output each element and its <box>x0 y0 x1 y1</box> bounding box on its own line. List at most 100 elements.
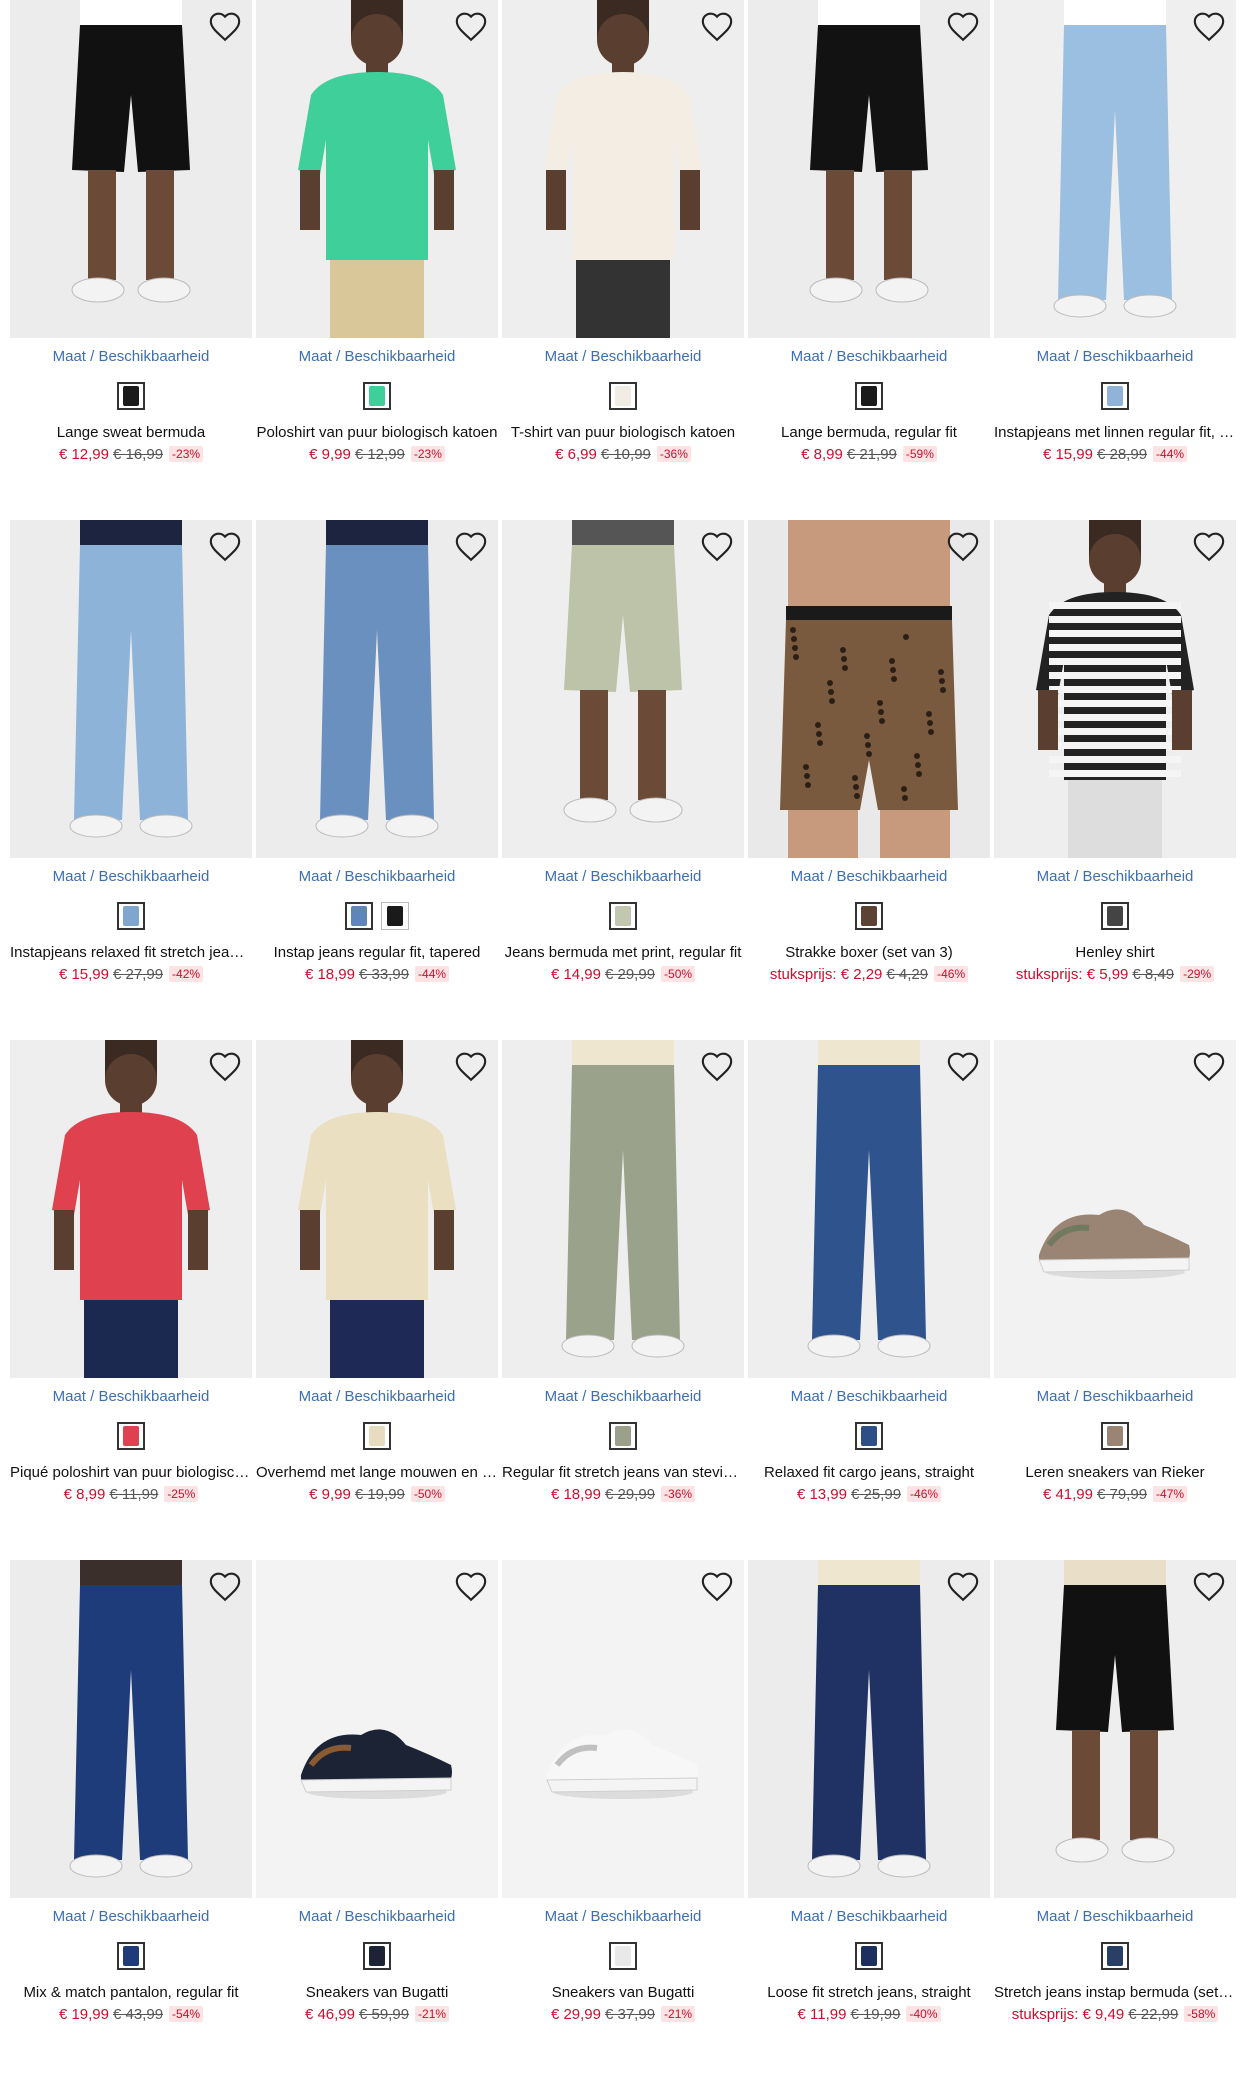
size-availability-link[interactable]: Maat / Beschikbaarheid <box>994 868 1236 885</box>
size-availability-link[interactable]: Maat / Beschikbaarheid <box>10 348 252 365</box>
color-swatch[interactable] <box>363 382 391 410</box>
color-swatch[interactable] <box>1101 1942 1129 1970</box>
wishlist-heart-icon[interactable] <box>208 10 242 44</box>
wishlist-heart-icon[interactable] <box>700 10 734 44</box>
size-availability-link[interactable]: Maat / Beschikbaarheid <box>502 868 744 885</box>
wishlist-heart-icon[interactable] <box>208 1570 242 1604</box>
product-image[interactable] <box>994 1040 1236 1378</box>
wishlist-heart-icon[interactable] <box>700 1050 734 1084</box>
color-swatch[interactable] <box>1101 902 1129 930</box>
size-availability-link[interactable]: Maat / Beschikbaarheid <box>502 1908 744 1925</box>
product-image[interactable] <box>748 520 990 858</box>
size-availability-link[interactable]: Maat / Beschikbaarheid <box>256 348 498 365</box>
size-availability-link[interactable]: Maat / Beschikbaarheid <box>994 1388 1236 1405</box>
product-image[interactable] <box>256 520 498 858</box>
size-availability-link[interactable]: Maat / Beschikbaarheid <box>256 1908 498 1925</box>
wishlist-heart-icon[interactable] <box>700 530 734 564</box>
color-swatch[interactable] <box>117 382 145 410</box>
color-swatch[interactable] <box>363 1942 391 1970</box>
product-name[interactable]: Lange sweat bermuda <box>10 424 252 441</box>
wishlist-heart-icon[interactable] <box>208 1050 242 1084</box>
color-swatch[interactable] <box>609 382 637 410</box>
product-name[interactable]: Relaxed fit cargo jeans, straight <box>748 1464 990 1481</box>
color-swatch[interactable] <box>855 1422 883 1450</box>
product-name[interactable]: Instapjeans relaxed fit stretch jeans, t… <box>10 944 252 961</box>
product-name[interactable]: T-shirt van puur biologisch katoen <box>502 424 744 441</box>
size-availability-link[interactable]: Maat / Beschikbaarheid <box>10 1908 252 1925</box>
color-swatch[interactable] <box>1101 382 1129 410</box>
wishlist-heart-icon[interactable] <box>946 1050 980 1084</box>
product-image[interactable] <box>256 1560 498 1898</box>
color-swatch[interactable] <box>855 1942 883 1970</box>
product-image[interactable] <box>502 1560 744 1898</box>
size-availability-link[interactable]: Maat / Beschikbaarheid <box>748 348 990 365</box>
product-name[interactable]: Mix & match pantalon, regular fit <box>10 1984 252 2001</box>
color-swatch[interactable] <box>117 1422 145 1450</box>
color-swatch[interactable] <box>345 902 373 930</box>
product-name[interactable]: Overhemd met lange mouwen en opgestikte … <box>256 1464 498 1481</box>
product-name[interactable]: Instap jeans regular fit, tapered <box>256 944 498 961</box>
size-availability-link[interactable]: Maat / Beschikbaarheid <box>256 1388 498 1405</box>
product-image[interactable] <box>10 1040 252 1378</box>
product-image[interactable] <box>994 520 1236 858</box>
product-image[interactable] <box>502 0 744 338</box>
product-image[interactable] <box>748 0 990 338</box>
wishlist-heart-icon[interactable] <box>700 1570 734 1604</box>
size-availability-link[interactable]: Maat / Beschikbaarheid <box>10 868 252 885</box>
color-swatch[interactable] <box>117 1942 145 1970</box>
product-image[interactable] <box>748 1040 990 1378</box>
size-availability-link[interactable]: Maat / Beschikbaarheid <box>748 868 990 885</box>
product-name[interactable]: Sneakers van Bugatti <box>502 1984 744 2001</box>
product-image[interactable] <box>994 0 1236 338</box>
product-image[interactable] <box>994 1560 1236 1898</box>
product-name[interactable]: Loose fit stretch jeans, straight <box>748 1984 990 2001</box>
product-image[interactable] <box>748 1560 990 1898</box>
product-image[interactable] <box>10 1560 252 1898</box>
wishlist-heart-icon[interactable] <box>1192 530 1226 564</box>
wishlist-heart-icon[interactable] <box>1192 1050 1226 1084</box>
product-name[interactable]: Piqué poloshirt van puur biologisch kato… <box>10 1464 252 1481</box>
color-swatch[interactable] <box>609 1942 637 1970</box>
product-name[interactable]: Henley shirt <box>994 944 1236 961</box>
product-name[interactable]: Regular fit stretch jeans van stevig den… <box>502 1464 744 1481</box>
size-availability-link[interactable]: Maat / Beschikbaarheid <box>502 1388 744 1405</box>
color-swatch[interactable] <box>609 902 637 930</box>
size-availability-link[interactable]: Maat / Beschikbaarheid <box>256 868 498 885</box>
product-name[interactable]: Leren sneakers van Rieker <box>994 1464 1236 1481</box>
color-swatch[interactable] <box>117 902 145 930</box>
product-image[interactable] <box>256 0 498 338</box>
product-image[interactable] <box>502 520 744 858</box>
wishlist-heart-icon[interactable] <box>946 1570 980 1604</box>
wishlist-heart-icon[interactable] <box>946 530 980 564</box>
color-swatch[interactable] <box>363 1422 391 1450</box>
size-availability-link[interactable]: Maat / Beschikbaarheid <box>502 348 744 365</box>
product-image[interactable] <box>10 0 252 338</box>
wishlist-heart-icon[interactable] <box>454 530 488 564</box>
product-name[interactable]: Poloshirt van puur biologisch katoen <box>256 424 498 441</box>
wishlist-heart-icon[interactable] <box>454 10 488 44</box>
product-image[interactable] <box>10 520 252 858</box>
wishlist-heart-icon[interactable] <box>946 10 980 44</box>
product-image[interactable] <box>502 1040 744 1378</box>
product-image[interactable] <box>256 1040 498 1378</box>
wishlist-heart-icon[interactable] <box>1192 1570 1226 1604</box>
color-swatch[interactable] <box>1101 1422 1129 1450</box>
color-swatch[interactable] <box>609 1422 637 1450</box>
product-name[interactable]: Sneakers van Bugatti <box>256 1984 498 2001</box>
product-name[interactable]: Strakke boxer (set van 3) <box>748 944 990 961</box>
color-swatch[interactable] <box>855 382 883 410</box>
size-availability-link[interactable]: Maat / Beschikbaarheid <box>994 348 1236 365</box>
wishlist-heart-icon[interactable] <box>1192 10 1226 44</box>
product-name[interactable]: Jeans bermuda met print, regular fit <box>502 944 744 961</box>
size-availability-link[interactable]: Maat / Beschikbaarheid <box>748 1388 990 1405</box>
color-swatch[interactable] <box>855 902 883 930</box>
product-name[interactable]: Instapjeans met linnen regular fit, stra… <box>994 424 1236 441</box>
size-availability-link[interactable]: Maat / Beschikbaarheid <box>10 1388 252 1405</box>
size-availability-link[interactable]: Maat / Beschikbaarheid <box>994 1908 1236 1925</box>
color-swatch[interactable] <box>381 902 409 930</box>
wishlist-heart-icon[interactable] <box>454 1050 488 1084</box>
size-availability-link[interactable]: Maat / Beschikbaarheid <box>748 1908 990 1925</box>
product-name[interactable]: Lange bermuda, regular fit <box>748 424 990 441</box>
wishlist-heart-icon[interactable] <box>454 1570 488 1604</box>
wishlist-heart-icon[interactable] <box>208 530 242 564</box>
